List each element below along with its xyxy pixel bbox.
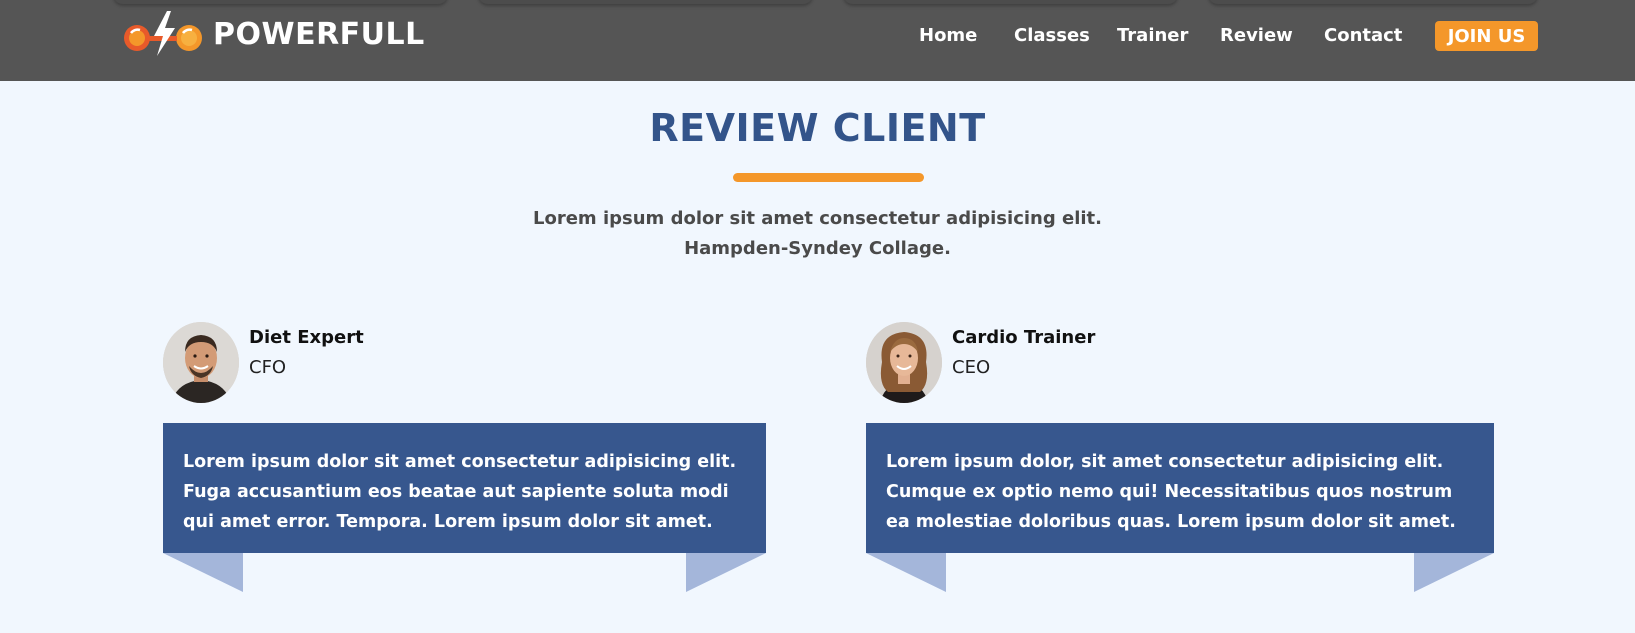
avatar [866,322,942,403]
nav-review[interactable]: Review [1220,25,1293,46]
site-header: POWERFULL Home Classes Trainer Review Co… [0,0,1635,81]
nav-contact[interactable]: Contact [1324,25,1402,46]
review-text: Lorem ipsum dolor, sit amet consectetur … [886,452,1456,532]
ribbon-tail-right [686,553,766,592]
review-text-box: Lorem ipsum dolor sit amet consectetur a… [163,423,766,553]
nav-classes[interactable]: Classes [1014,25,1090,46]
header-decorative-tab [113,0,448,4]
review-author: Cardio Trainer CEO [866,322,1494,403]
section-subtitle-line1: Lorem ipsum dolor sit amet consectetur a… [533,208,1102,229]
ribbon-tail-right [1414,553,1494,592]
join-us-button[interactable]: JOIN US [1435,21,1538,51]
ribbon-tail-left [163,553,243,592]
review-card: Cardio Trainer CEO Lorem ipsum dolor, si… [866,322,1494,592]
nav-home[interactable]: Home [919,25,977,46]
review-text: Lorem ipsum dolor sit amet consectetur a… [183,452,737,532]
header-decorative-tab [478,0,813,4]
header-decorative-tab [1208,0,1538,4]
main-nav: Home Classes Trainer Review Contact JOIN… [0,21,1635,53]
review-card: Diet Expert CFO Lorem ipsum dolor sit am… [163,322,766,592]
review-text-box: Lorem ipsum dolor, sit amet consectetur … [866,423,1494,553]
review-author-name: Diet Expert [249,327,364,348]
review-author-role: CFO [249,357,287,378]
ribbon-tail-left [866,553,946,592]
title-underline [733,173,924,182]
section-subtitle-line2: Hampden-Syndey Collage. [684,238,951,259]
avatar [163,322,239,403]
ribbon-tails [866,553,1494,592]
section-title: REVIEW CLIENT [649,106,986,150]
nav-trainer[interactable]: Trainer [1117,25,1188,46]
header-decorative-tab [843,0,1178,4]
ribbon-tails [163,553,766,592]
review-author-role: CEO [952,357,991,378]
review-author: Diet Expert CFO [163,322,766,403]
review-author-name: Cardio Trainer [952,327,1096,348]
